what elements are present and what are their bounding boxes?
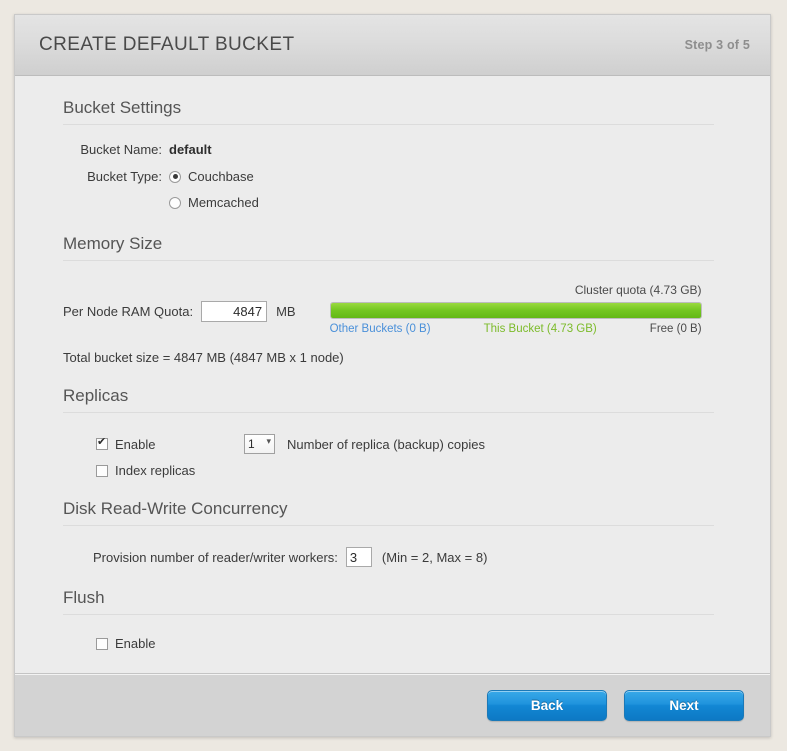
section-title-memory-size: Memory Size [63,234,163,253]
checkbox-index-replicas[interactable] [96,464,108,477]
dialog-body: Bucket Settings Bucket Name: default Buc… [15,76,770,673]
bucket-type-row-couchbase: Bucket Type: Couchbase [63,169,726,184]
replicas-enable-group[interactable]: Enable [96,436,244,452]
step-indicator: Step 3 of 5 [684,38,750,52]
back-button[interactable]: Back [487,689,607,721]
replicas-enable-row: Enable 1 Number of replica (backup) copi… [63,434,726,454]
checkbox-replicas-enable[interactable] [96,436,108,450]
replica-count-note: Number of replica (backup) copies [287,436,485,452]
ram-quota-label: Per Node RAM Quota: [63,304,194,319]
radio-label-couchbase: Couchbase [188,169,254,184]
replica-count-select[interactable]: 1 [244,434,275,454]
section-divider [63,614,714,615]
radio-label-memcached: Memcached [188,195,259,210]
index-replicas-row: Index replicas [63,463,726,478]
ram-quota-unit: MB [276,304,296,319]
ram-quota-group: Per Node RAM Quota: MB [63,283,296,322]
section-title-bucket-settings: Bucket Settings [63,98,182,117]
checkbox-label-index-replicas: Index replicas [115,463,196,478]
disk-workers-input[interactable] [345,547,372,567]
radio-bucket-type-couchbase[interactable] [169,170,181,183]
ram-quota-input[interactable] [201,301,268,322]
bucket-name-row: Bucket Name: default [63,142,726,157]
create-bucket-dialog: CREATE DEFAULT BUCKET Step 3 of 5 Bucket… [14,14,771,737]
next-button[interactable]: Next [624,689,744,721]
legend-free: Free (0 B) [649,323,702,335]
legend-this-bucket: This Bucket (4.73 GB) [483,323,597,335]
bucket-name-label: Bucket Name: [80,142,162,157]
checkbox-flush-enable[interactable] [96,637,108,650]
disk-workers-row: Provision number of reader/writer worker… [63,547,726,567]
bucket-name-value: default [169,142,212,157]
section-divider [63,412,714,413]
quota-legend: Other Buckets (0 B) This Bucket (4.73 GB… [330,323,702,335]
quota-visualization: Cluster quota (4.73 GB) Other Buckets (0… [329,283,702,335]
bucket-type-row-memcached: Memcached [63,195,726,210]
section-title-flush: Flush [63,588,105,607]
section-title-replicas: Replicas [63,386,129,405]
legend-other-buckets: Other Buckets (0 B) [329,323,431,335]
disk-workers-label: Provision number of reader/writer worker… [93,549,338,565]
checkbox-label-replicas-enable: Enable [115,436,156,452]
quota-bar [329,302,702,319]
section-divider [63,260,714,261]
section-divider [63,525,714,526]
cluster-quota-label: Cluster quota (4.73 GB) [574,283,702,297]
replica-count-select-wrap[interactable]: 1 [244,434,275,454]
total-bucket-size-text: Total bucket size = 4847 MB (4847 MB x 1… [63,350,344,365]
section-divider [63,124,714,125]
disk-workers-note: (Min = 2, Max = 8) [381,549,488,565]
memory-size-row: Per Node RAM Quota: MB Cluster quota (4.… [63,283,726,335]
quota-bar-segment-this-bucket [330,303,701,318]
flush-enable-row: Enable [63,636,726,651]
screen: CREATE DEFAULT BUCKET Step 3 of 5 Bucket… [0,0,787,751]
radio-bucket-type-memcached[interactable] [169,196,181,209]
checkbox-label-flush-enable: Enable [115,636,156,651]
dialog-header: CREATE DEFAULT BUCKET Step 3 of 5 [15,15,770,76]
dialog-footer: Back Next [15,673,770,736]
bucket-type-label: Bucket Type: [87,169,162,184]
section-title-disk-concurrency: Disk Read-Write Concurrency [63,499,288,518]
page-title: CREATE DEFAULT BUCKET [39,34,295,55]
